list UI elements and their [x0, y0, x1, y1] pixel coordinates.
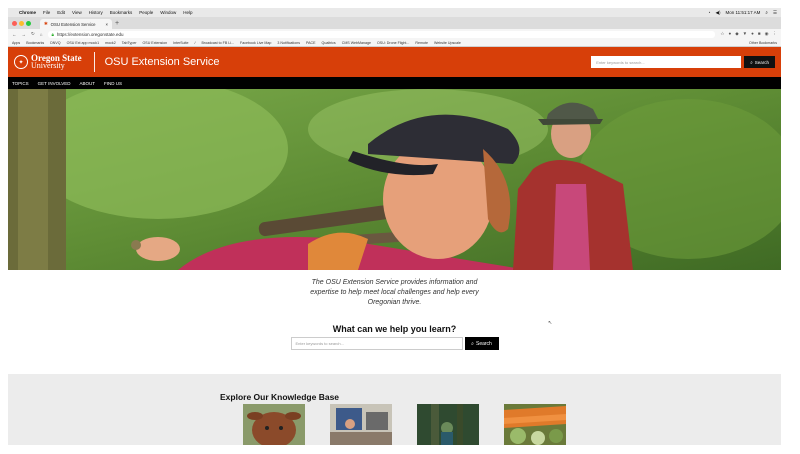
mouse-cursor-icon: ↖	[548, 320, 553, 326]
search-icon: ⌕	[750, 59, 753, 65]
bookmark-item[interactable]: PACE	[306, 41, 316, 45]
intro-text: The OSU Extension Service provides infor…	[310, 279, 479, 306]
logo-line-2: University	[31, 61, 65, 70]
help-title: What can we help you learn?	[332, 324, 457, 334]
menu-edit[interactable]: Edit	[57, 10, 65, 15]
minimize-window-icon[interactable]	[19, 20, 24, 26]
header-search-button[interactable]: ⌕ Search	[744, 56, 775, 68]
bookmark-item[interactable]: TabTyper	[122, 41, 137, 45]
url-field[interactable]: 🔒︎ https://extension.oregonstate.edu	[47, 30, 716, 38]
extension-icon[interactable]: ●	[728, 31, 731, 37]
bookmark-item[interactable]: OSU Ext app mock1	[67, 41, 100, 45]
knowledge-card-cattle[interactable]	[243, 404, 305, 445]
menu-window[interactable]: Window	[160, 10, 176, 15]
knowledge-card-forest[interactable]	[417, 404, 479, 445]
knowledge-card-vegetables[interactable]	[504, 404, 566, 445]
screenshot-frame: Chrome File Edit View History Bookmarks …	[8, 8, 781, 445]
menu-list-icon[interactable]: ☰	[773, 10, 777, 16]
osu-logo[interactable]: ✦ Oregon State University	[14, 54, 82, 70]
extension-icon[interactable]: ■	[758, 31, 761, 37]
help-search-input[interactable]: Enter keywords to search...	[290, 337, 463, 350]
bookmark-item[interactable]: mock2	[105, 41, 116, 45]
tab-title: OSU Extension Service	[50, 21, 96, 27]
bookmark-item[interactable]: CMS WebManage	[342, 41, 371, 45]
search-icon: ⌕	[471, 340, 474, 347]
site-title[interactable]: OSU Extension Service	[105, 56, 220, 68]
profile-icon[interactable]: ◉	[765, 31, 769, 37]
tab-strip: ✱ OSU Extension Service × +	[8, 17, 781, 29]
bookmark-item[interactable]: /	[194, 41, 195, 45]
nav-get-involved[interactable]: GET INVOLVED	[38, 81, 71, 86]
clock[interactable]: Mon 11:51:17 AM	[725, 10, 760, 15]
status-area: ◔ ◀) Mon 11:51:17 AM ⌕ ☰	[708, 10, 777, 16]
menu-history[interactable]: History	[89, 10, 103, 15]
extension-icon[interactable]: ●	[751, 31, 754, 37]
help-search: Enter keywords to search... ⌕ Search	[8, 337, 781, 350]
bookmark-item[interactable]: DNVQ	[50, 41, 60, 45]
new-tab-icon[interactable]: +	[115, 20, 119, 27]
bookmark-item[interactable]: Qualtrics	[322, 41, 336, 45]
knowledge-base-title: Explore Our Knowledge Base	[220, 392, 340, 402]
help-search-button[interactable]: ⌕ Search	[464, 337, 499, 350]
menu-people[interactable]: People	[139, 10, 153, 15]
header-divider	[93, 52, 95, 72]
menu-file[interactable]: File	[43, 10, 50, 15]
bookmark-item[interactable]: OSU: Drone Flight...	[377, 41, 409, 45]
window-controls	[12, 20, 31, 26]
favicon-icon: ✱	[44, 21, 48, 26]
nav-topics[interactable]: TOPICS	[12, 81, 29, 86]
url-text: https://extension.oregonstate.edu	[56, 31, 124, 37]
more-icon[interactable]: ⋮	[773, 31, 778, 37]
close-window-icon[interactable]	[12, 20, 17, 26]
bookmark-item[interactable]: OSU Extension	[143, 41, 168, 45]
menu-help[interactable]: Help	[183, 10, 192, 15]
header-search: Enter keywords to search... ⌕ Search	[591, 56, 775, 68]
app-menu[interactable]: Chrome	[19, 10, 36, 15]
bookmark-item[interactable]: Apps	[12, 41, 20, 45]
bookmark-item[interactable]: Facebook Live Map	[240, 41, 271, 45]
nav-find-us[interactable]: FIND US	[104, 81, 122, 86]
knowledge-base-section: Explore Our Knowledge Base	[8, 374, 781, 445]
bookmark-item[interactable]: Website Upscale	[434, 41, 461, 45]
osu-seal-icon: ✦	[14, 55, 28, 69]
hero-image	[8, 89, 781, 270]
bookmark-item[interactable]: Bookmarks	[26, 41, 44, 45]
nav-about[interactable]: ABOUT	[80, 81, 96, 86]
close-tab-icon[interactable]: ×	[105, 22, 108, 27]
help-search-button-label: Search	[475, 340, 492, 347]
menu-bookmarks[interactable]: Bookmarks	[110, 10, 133, 15]
main-nav: TOPICS GET INVOLVED ABOUT FIND US	[8, 77, 781, 89]
home-icon[interactable]: ⌂	[40, 32, 43, 37]
extension-icons: ☆ ● ◆ ▼ ● ■ ◉ ⋮	[720, 31, 777, 37]
extension-icon[interactable]: ◆	[735, 31, 738, 37]
bookmark-item[interactable]: 3 Notifications	[277, 41, 300, 45]
knowledge-card-classroom[interactable]	[330, 404, 392, 445]
bookmark-item[interactable]: Broadcast to FB Li...	[201, 41, 234, 45]
menu-view[interactable]: View	[72, 10, 82, 15]
os-menu-bar: Chrome File Edit View History Bookmarks …	[8, 8, 781, 17]
address-bar-row: ← → ↻ ⌂ 🔒︎ https://extension.oregonstate…	[8, 29, 781, 39]
bookmark-item[interactable]: Remote	[415, 41, 428, 45]
reload-icon[interactable]: ↻	[31, 31, 35, 37]
browser-tab[interactable]: ✱ OSU Extension Service ×	[40, 19, 112, 29]
other-bookmarks[interactable]: Other Bookmarks	[749, 41, 777, 45]
header-search-button-label: Search	[754, 59, 769, 65]
bookmark-item[interactable]: InterSuite	[173, 41, 188, 45]
site-header: ✦ Oregon State University OSU Extension …	[8, 47, 781, 77]
spotlight-icon[interactable]: ⌕	[765, 10, 768, 15]
star-icon[interactable]: ☆	[720, 31, 724, 37]
header-search-input[interactable]: Enter keywords to search...	[591, 56, 742, 68]
forward-icon[interactable]: →	[22, 32, 27, 37]
extension-icon[interactable]: ▼	[743, 31, 747, 37]
bookmarks-bar: Apps Bookmarks DNVQ OSU Ext app mock1 mo…	[8, 39, 781, 47]
wifi-icon[interactable]: ◔	[708, 10, 711, 15]
volume-icon[interactable]: ◀)	[716, 10, 721, 16]
back-icon[interactable]: ←	[12, 32, 17, 37]
zoom-window-icon[interactable]	[26, 20, 31, 26]
lock-icon: 🔒︎	[51, 31, 54, 37]
